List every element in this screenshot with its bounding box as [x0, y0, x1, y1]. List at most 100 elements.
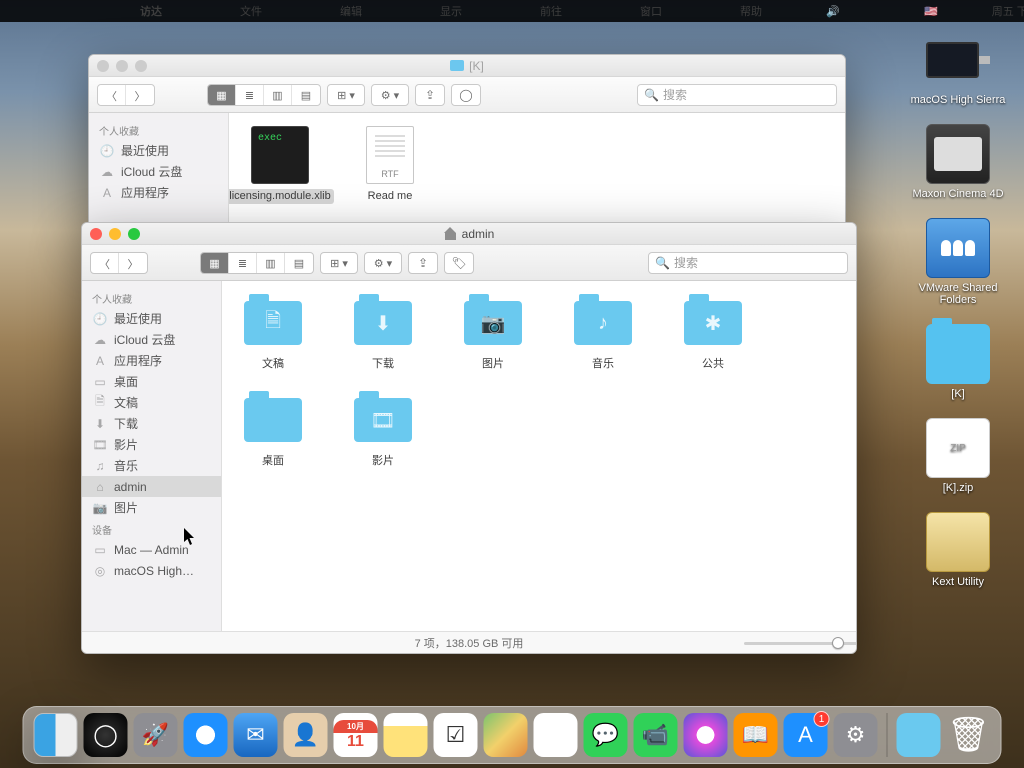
sidebar-item-icloud[interactable]: ☁iCloud 云盘	[82, 329, 221, 350]
desktop-icon-k-folder[interactable]: [K]	[903, 324, 1013, 400]
tags-button[interactable]: 🏷	[444, 252, 474, 274]
list-view-button[interactable]: ≣	[236, 85, 264, 106]
folder-downloads[interactable]: ⬇下载	[342, 295, 424, 372]
volume-icon[interactable]: 🔊	[792, 5, 874, 18]
sidebar-item-pictures[interactable]: 📷图片	[82, 497, 221, 518]
folder-desktop[interactable]: 桌面	[232, 392, 314, 469]
dock-system-preferences[interactable]: ⚙	[834, 713, 878, 757]
folder-pictures[interactable]: 📷图片	[452, 295, 534, 372]
sidebar-item-music[interactable]: ♫音乐	[82, 455, 221, 476]
list-view-button[interactable]: ≣	[229, 253, 257, 274]
folder-movies[interactable]: 🎞影片	[342, 392, 424, 469]
desktop-icon-k-zip[interactable]: ZIP [K].zip	[903, 418, 1013, 494]
file-readme[interactable]: RTF Read me	[349, 127, 431, 204]
dock-itunes[interactable]: ♪	[684, 713, 728, 757]
dock-calendar[interactable]: 10月11	[334, 713, 378, 757]
menu-go[interactable]: 前往	[510, 3, 592, 19]
dock-contacts[interactable]: 👤	[284, 713, 328, 757]
sidebar-item-documents[interactable]: 🗎文稿	[82, 392, 221, 413]
content-area[interactable]: exec licensing.module.xlib RTF Read me	[229, 113, 845, 233]
dock-notes[interactable]	[384, 713, 428, 757]
dock-messages[interactable]: 💬	[584, 713, 628, 757]
minimize-button[interactable]	[109, 228, 121, 240]
menu-edit[interactable]: 编辑	[310, 3, 392, 19]
close-button[interactable]	[90, 228, 102, 240]
cover-flow-view-button[interactable]: ▤	[285, 253, 313, 274]
sidebar-item-movies[interactable]: 🎞影片	[82, 434, 221, 455]
dock-photos[interactable]: ❀	[534, 713, 578, 757]
sidebar-item-macos-disk[interactable]: ◎macOS High…	[82, 560, 221, 581]
desktop-icon-kext-utility[interactable]: Kext Utility	[903, 512, 1013, 588]
arrange-menu[interactable]: ⊞ ▾	[320, 252, 358, 274]
dock-siri[interactable]: ◯	[84, 713, 128, 757]
menu-window[interactable]: 窗口	[610, 3, 692, 19]
share-button[interactable]: ⇪	[408, 252, 438, 274]
dock-ibooks[interactable]: 📖	[734, 713, 778, 757]
sidebar-item-icloud[interactable]: ☁iCloud 云盘	[89, 161, 228, 182]
close-button[interactable]	[97, 60, 109, 72]
zoom-button[interactable]	[135, 60, 147, 72]
icon-view-button[interactable]: ▦	[208, 85, 236, 106]
folder-proxy-icon[interactable]	[450, 60, 464, 71]
toolbar: 〈 〉 ▦ ≣ ▥ ▤ ⊞ ▾ ⚙ ▾ ⇪ 🏷 🔍 搜索	[82, 245, 856, 281]
sidebar-item-recent[interactable]: 🕘最近使用	[89, 140, 228, 161]
input-source-icon[interactable]: 🇺🇸	[890, 5, 972, 18]
sidebar-item-applications[interactable]: A应用程序	[82, 350, 221, 371]
desktop-icon-vmware-shared[interactable]: VMware Shared Folders	[903, 218, 1013, 306]
dock-downloads-stack[interactable]	[897, 713, 941, 757]
action-menu[interactable]: ⚙ ▾	[364, 252, 402, 274]
cover-flow-view-button[interactable]: ▤	[292, 85, 320, 106]
minimize-button[interactable]	[116, 60, 128, 72]
clock[interactable]: 周五 下午12:04	[988, 3, 1024, 19]
zoom-button[interactable]	[128, 228, 140, 240]
icon-size-slider[interactable]	[744, 638, 844, 648]
home-proxy-icon[interactable]	[444, 227, 457, 240]
toolbar: 〈 〉 ▦ ≣ ▥ ▤ ⊞ ▾ ⚙ ▾ ⇪ ◯ 🔍 搜索	[89, 77, 845, 113]
dock-appstore[interactable]: A1	[784, 713, 828, 757]
sidebar-item-recent[interactable]: 🕘最近使用	[82, 308, 221, 329]
menu-file[interactable]: 文件	[210, 3, 292, 19]
titlebar[interactable]: [K]	[89, 55, 845, 77]
icon-view-button[interactable]: ▦	[201, 253, 229, 274]
dock-mail[interactable]: ✉	[234, 713, 278, 757]
arrange-menu[interactable]: ⊞ ▾	[327, 84, 365, 106]
action-menu[interactable]: ⚙ ▾	[371, 84, 409, 106]
sidebar-item-desktop[interactable]: ▭桌面	[82, 371, 221, 392]
finder-window-admin[interactable]: admin 〈 〉 ▦ ≣ ▥ ▤ ⊞ ▾ ⚙ ▾ ⇪ 🏷 🔍 搜索	[81, 222, 857, 654]
dock-safari[interactable]	[184, 713, 228, 757]
forward-button[interactable]: 〉	[119, 253, 147, 274]
column-view-button[interactable]: ▥	[264, 85, 292, 106]
search-field[interactable]: 🔍 搜索	[648, 252, 848, 274]
clock-icon: 🕘	[99, 144, 115, 158]
share-button[interactable]: ⇪	[415, 84, 445, 106]
menu-help[interactable]: 帮助	[710, 3, 792, 19]
dock-finder[interactable]	[34, 713, 78, 757]
file-licensing-module[interactable]: exec licensing.module.xlib	[239, 127, 321, 204]
folder-documents[interactable]: 🗎文稿	[232, 295, 314, 372]
folder-music[interactable]: ♪音乐	[562, 295, 644, 372]
finder-window-k[interactable]: [K] 〈 〉 ▦ ≣ ▥ ▤ ⊞ ▾ ⚙ ▾ ⇪ ◯ 🔍 搜索	[88, 54, 846, 234]
back-button[interactable]: 〈	[91, 253, 119, 274]
menu-view[interactable]: 显示	[410, 3, 492, 19]
sidebar-item-applications[interactable]: A应用程序	[89, 182, 228, 203]
dock-maps[interactable]	[484, 713, 528, 757]
content-area[interactable]: 🗎文稿 ⬇下载 📷图片 ♪音乐 ✱公共 桌面 🎞影片	[222, 281, 856, 631]
file-label: Read me	[365, 189, 416, 204]
sidebar-item-admin[interactable]: ⌂admin	[82, 476, 221, 497]
folder-public[interactable]: ✱公共	[672, 295, 754, 372]
back-button[interactable]: 〈	[98, 85, 126, 106]
sidebar-item-downloads[interactable]: ⬇下载	[82, 413, 221, 434]
desktop-icon-macos-hd[interactable]: macOS High Sierra	[903, 30, 1013, 106]
dock-launchpad[interactable]: 🚀	[134, 713, 178, 757]
desktop-icon-maxon-c4d[interactable]: Maxon Cinema 4D	[903, 124, 1013, 200]
dock-facetime[interactable]: 📹	[634, 713, 678, 757]
search-field[interactable]: 🔍 搜索	[637, 84, 837, 106]
dock-reminders[interactable]: ☑	[434, 713, 478, 757]
tags-button[interactable]: ◯	[451, 84, 481, 106]
app-menu[interactable]: 访达	[110, 3, 192, 19]
titlebar[interactable]: admin	[82, 223, 856, 245]
column-view-button[interactable]: ▥	[257, 253, 285, 274]
forward-button[interactable]: 〉	[126, 85, 154, 106]
sidebar-item-mac[interactable]: ▭Mac — Admin	[82, 539, 221, 560]
dock-trash[interactable]: 🗑	[947, 713, 991, 757]
